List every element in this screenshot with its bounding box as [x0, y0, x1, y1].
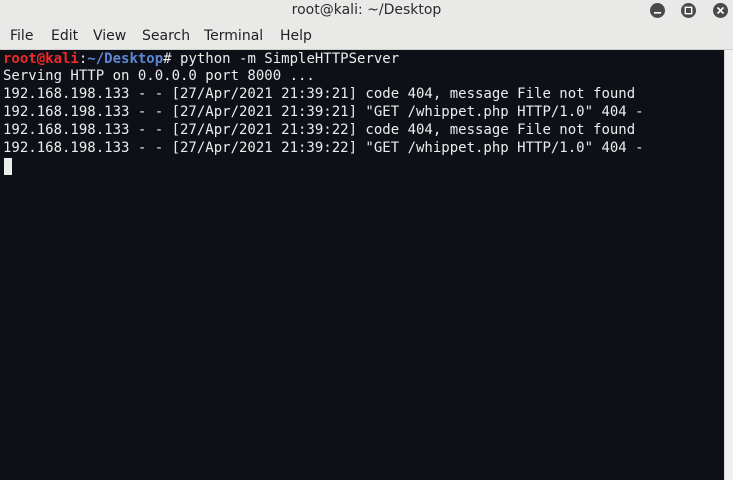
title-bar[interactable]: root@kali: ~/Desktop — [0, 0, 733, 24]
menu-terminal[interactable]: Terminal — [204, 27, 263, 46]
command-line: root@kali:~/Desktop# python -m SimpleHTT… — [3, 50, 399, 68]
terminal-window: root@kali: ~/Desktop File Edit View Sear… — [0, 0, 733, 480]
menu-search[interactable]: Search — [142, 27, 190, 46]
prompt-path: ~/Desktop — [87, 51, 164, 67]
text-cursor — [4, 158, 12, 175]
scrollbar[interactable] — [724, 50, 733, 480]
command-text: python -m SimpleHTTPServer — [171, 51, 400, 67]
minimize-button[interactable] — [650, 3, 665, 18]
maximize-icon — [684, 6, 693, 15]
menu-edit[interactable]: Edit — [51, 27, 78, 46]
output-line: Serving HTTP on 0.0.0.0 port 8000 ... — [3, 68, 315, 84]
menu-file[interactable]: File — [10, 27, 33, 46]
prompt-user: root@kali — [3, 51, 79, 67]
maximize-button[interactable] — [681, 3, 696, 18]
output-line: 192.168.198.133 - - [27/Apr/2021 21:39:2… — [3, 122, 636, 138]
output-line: 192.168.198.133 - - [27/Apr/2021 21:39:2… — [3, 86, 636, 102]
output-line: 192.168.198.133 - - [27/Apr/2021 21:39:2… — [3, 140, 644, 156]
close-button[interactable] — [713, 3, 728, 18]
window-title: root@kali: ~/Desktop — [291, 2, 442, 18]
menu-help[interactable]: Help — [280, 27, 312, 46]
close-icon — [716, 6, 725, 15]
minimize-icon — [654, 12, 661, 14]
menu-bar: File Edit View Search Terminal Help — [0, 24, 733, 50]
prompt-symbol: # — [163, 51, 172, 67]
menu-view[interactable]: View — [93, 27, 126, 46]
terminal-area[interactable]: root@kali:~/Desktop# python -m SimpleHTT… — [0, 50, 724, 480]
output-line: 192.168.198.133 - - [27/Apr/2021 21:39:2… — [3, 104, 644, 120]
